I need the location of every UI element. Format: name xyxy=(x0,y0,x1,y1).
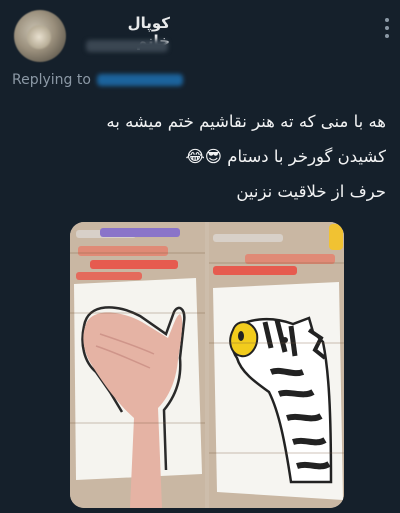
more-dot xyxy=(385,26,389,30)
zebra-drawing-illustration xyxy=(213,224,343,500)
hand-drawing-illustration xyxy=(74,228,202,508)
tweet-text-line: حرف از خلاقیت نزنین xyxy=(236,182,386,201)
tweet-media[interactable] xyxy=(70,222,344,508)
tweet-text-line: هه با منی که ته هنر نقاشیم ختم میشه به xyxy=(106,112,386,131)
tweet-text-line: کشیدن گورخر با دستام 😎😂 xyxy=(185,147,386,166)
replying-to: Replying to xyxy=(12,72,183,88)
more-dot xyxy=(385,34,389,38)
more-options-icon[interactable] xyxy=(384,18,390,38)
tweet-text: هه با منی که ته هنر نقاشیم ختم میشه به ک… xyxy=(14,104,386,209)
replying-label: Replying to xyxy=(12,72,91,88)
reply-handle-blurred[interactable] xyxy=(96,74,183,86)
media-image-hand xyxy=(70,222,205,508)
media-image-zebra xyxy=(209,222,344,508)
more-dot xyxy=(385,18,389,22)
avatar[interactable] xyxy=(14,10,66,62)
author-handle-blurred xyxy=(86,40,168,52)
